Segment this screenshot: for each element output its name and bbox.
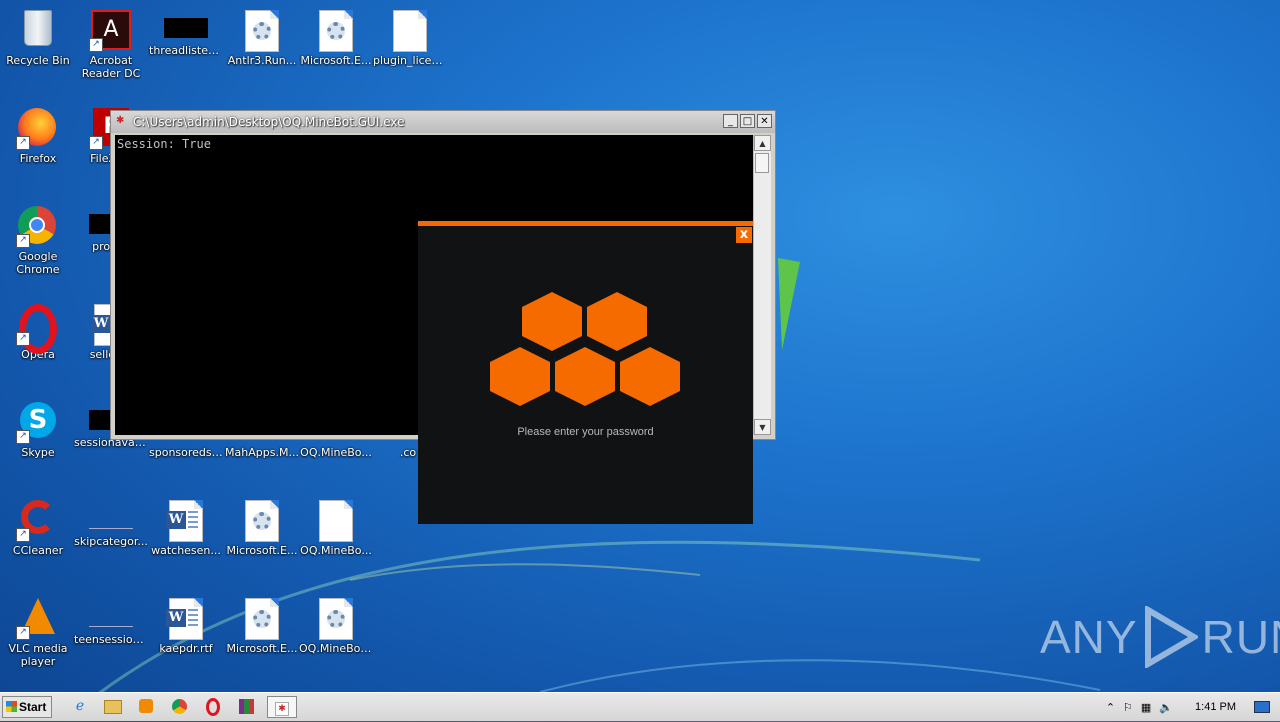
taskbar-winrar-icon[interactable] xyxy=(234,696,258,718)
word-document-icon: W xyxy=(166,500,206,542)
minimize-button[interactable]: _ xyxy=(723,114,738,128)
desktop-icon-plugin-licen[interactable]: plugin_licen... xyxy=(372,4,448,67)
maximize-button[interactable]: □ xyxy=(740,114,755,128)
volume-icon[interactable]: 🔈 xyxy=(1159,701,1173,714)
desktop-icon-oq-minebot-3[interactable]: OQ.MineBot... xyxy=(298,592,374,655)
desktop-icon-acrobat[interactable]: A ↗ Acrobat Reader DC xyxy=(73,4,149,80)
taskbar-ie-icon[interactable]: ℯ xyxy=(68,696,92,718)
word-document-icon: W xyxy=(166,598,206,640)
network-icon[interactable]: ▦ xyxy=(1141,701,1151,714)
start-button[interactable]: Start xyxy=(2,696,52,718)
show-desktop-icon[interactable] xyxy=(1254,701,1270,713)
desktop-icon-vlc[interactable]: ↗ VLC media player xyxy=(0,592,76,668)
console-title: C:\Users\admin\Desktop\OQ.MineBot.GUI.ex… xyxy=(133,115,405,129)
desktop-icon-skipcategor[interactable]: skipcategor... xyxy=(73,494,149,548)
app-icon: ✱ xyxy=(116,115,125,126)
taskbar-explorer-icon[interactable] xyxy=(101,696,125,718)
desktop-icon-oq-minebot-2[interactable]: OQ.MineBo... xyxy=(298,494,374,557)
firefox-icon: ↗ xyxy=(16,108,58,150)
desktop-icon-microsoft-e-3[interactable]: Microsoft.E... xyxy=(224,592,300,655)
clock[interactable]: 1:41 PM xyxy=(1195,701,1236,713)
dialog-close-button[interactable]: x xyxy=(736,227,752,243)
desktop-icon-threadlisten[interactable]: threadlisten... xyxy=(148,4,224,57)
desktop-icon-watchesen[interactable]: W watchesen... xyxy=(148,494,224,557)
dll-gear-icon xyxy=(316,10,356,52)
dll-gear-icon xyxy=(316,598,356,640)
console-scrollbar[interactable]: ▲ ▼ xyxy=(753,135,771,435)
action-center-flag-icon[interactable]: ⚐ xyxy=(1123,701,1133,714)
dll-gear-icon xyxy=(242,598,282,640)
desktop-icon-teensession[interactable]: teensession... xyxy=(73,592,149,646)
show-hidden-icons-icon[interactable]: ⌃ xyxy=(1106,701,1115,714)
chrome-icon: ↗ xyxy=(16,206,58,248)
desktop-icon-ccleaner[interactable]: ↗ CCleaner xyxy=(0,494,76,557)
scroll-thumb[interactable] xyxy=(755,153,769,173)
taskbar-media-player-icon[interactable] xyxy=(134,696,158,718)
desktop-icon-skype[interactable]: S ↗ Skype xyxy=(0,396,76,459)
watermark-right: RUN xyxy=(1201,611,1280,663)
skype-icon: S ↗ xyxy=(16,402,58,444)
blank-document-icon xyxy=(316,500,356,542)
acrobat-icon: A ↗ xyxy=(89,10,131,52)
black-file-icon xyxy=(164,18,208,38)
console-title-bar[interactable]: ✱ C:\Users\admin\Desktop\OQ.MineBot.GUI.… xyxy=(111,111,775,133)
console-output-text: Session: True xyxy=(117,137,211,151)
recycle-bin-icon xyxy=(18,10,58,50)
dll-gear-icon xyxy=(242,10,282,52)
desktop-icon-firefox[interactable]: ↗ Firefox xyxy=(0,102,76,165)
scroll-down-icon[interactable]: ▼ xyxy=(754,419,771,435)
watermark-left: ANY xyxy=(1040,611,1138,663)
desktop-icon-microsoft-e-1[interactable]: Microsoft.E... xyxy=(298,4,374,67)
password-dialog[interactable]: x Please enter your password xyxy=(418,221,753,524)
taskbar: Start ℯ ✱ ⌃ ⚐ ▦ 🔈 1:41 PM xyxy=(0,692,1280,721)
system-tray: ⌃ ⚐ ▦ 🔈 1:41 PM xyxy=(1106,693,1280,721)
desktop-icon-opera[interactable]: ↗ Opera xyxy=(0,298,76,361)
desktop-icon-recycle-bin[interactable]: Recycle Bin xyxy=(0,4,76,67)
desktop-icon-antlr3[interactable]: Antlr3.Run... xyxy=(224,4,300,67)
taskbar-opera-icon[interactable] xyxy=(201,696,225,718)
taskbar-chrome-icon[interactable] xyxy=(167,696,191,718)
vlc-icon: ↗ xyxy=(16,598,58,640)
scroll-up-icon[interactable]: ▲ xyxy=(754,135,771,151)
opera-icon: ↗ xyxy=(16,304,58,354)
desktop-icon-chrome[interactable]: ↗ Google Chrome xyxy=(0,200,76,276)
blank-file-icon xyxy=(89,508,133,529)
password-prompt: Please enter your password xyxy=(517,426,654,438)
taskbar-minebot-icon[interactable]: ✱ xyxy=(267,696,297,718)
honeycomb-logo-icon xyxy=(490,292,680,406)
ccleaner-icon: ↗ xyxy=(16,500,58,542)
dll-gear-icon xyxy=(242,500,282,542)
blank-document-icon xyxy=(390,10,430,52)
windows-flag-icon xyxy=(6,701,17,712)
blank-file-icon xyxy=(89,606,133,627)
close-button[interactable]: ✕ xyxy=(757,114,772,128)
anyrun-watermark: ANY RUN xyxy=(1040,606,1280,668)
play-icon xyxy=(1144,606,1198,668)
desktop-icon-microsoft-e-2[interactable]: Microsoft.E... xyxy=(224,494,300,557)
desktop-icon-kaepdr[interactable]: W kaepdr.rtf xyxy=(148,592,224,655)
start-label: Start xyxy=(19,700,47,714)
